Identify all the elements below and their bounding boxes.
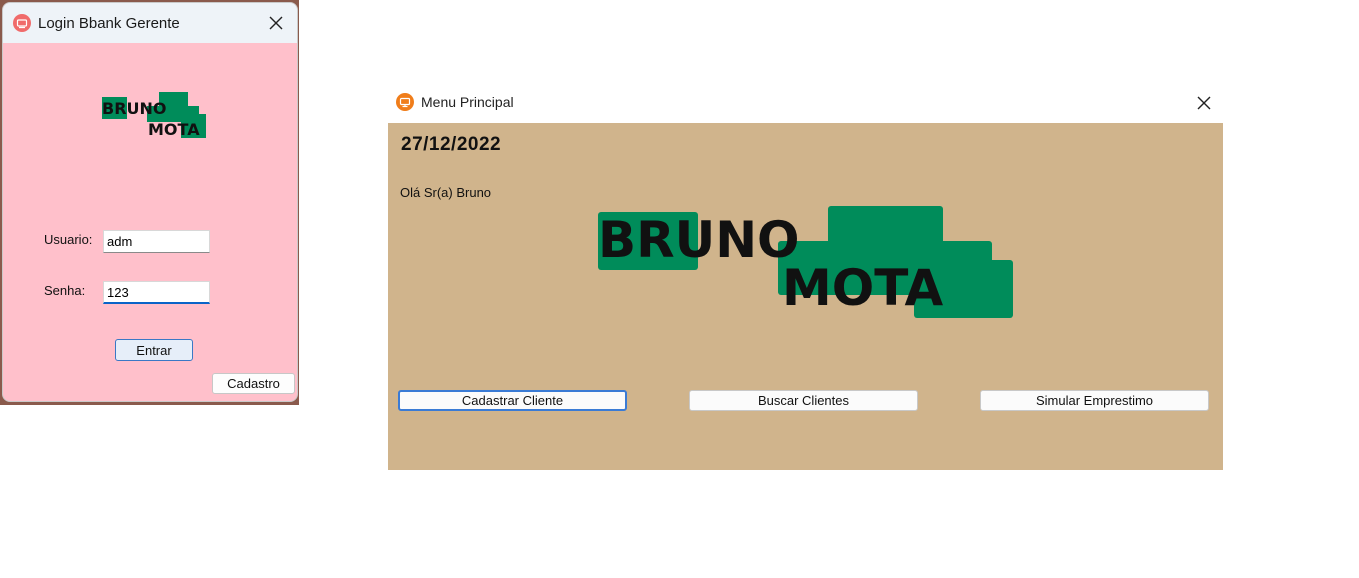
cadastrar-cliente-button[interactable]: Cadastrar Cliente bbox=[398, 390, 627, 411]
usuario-label: Usuario: bbox=[44, 232, 93, 247]
menu-window-title: Menu Principal bbox=[421, 94, 514, 110]
logo-line-2: MOTA bbox=[782, 259, 943, 317]
senha-label: Senha: bbox=[44, 283, 86, 298]
app-icon bbox=[396, 93, 414, 111]
greeting-label: Olá Sr(a) Bruno bbox=[400, 185, 492, 200]
app-icon bbox=[13, 14, 31, 32]
bruno-mota-logo: BRUNO MOTA bbox=[102, 92, 206, 139]
entrar-button[interactable]: Entrar bbox=[115, 339, 193, 361]
logo-line-2: MOTA bbox=[148, 120, 200, 139]
logo-line-1: BRUNO bbox=[598, 211, 800, 269]
login-window: Login Bbank Gerente BRUNO MOTA Usuario: … bbox=[2, 2, 298, 402]
bruno-mota-logo-large: BRUNO MOTA bbox=[598, 206, 1013, 318]
senha-input[interactable] bbox=[103, 281, 210, 304]
buscar-clientes-button[interactable]: Buscar Clientes bbox=[689, 390, 918, 411]
close-icon[interactable] bbox=[267, 14, 285, 32]
usuario-input[interactable] bbox=[103, 230, 210, 253]
login-window-title: Login Bbank Gerente bbox=[38, 14, 180, 32]
date-label: 27/12/2022 bbox=[401, 134, 502, 155]
cadastro-button[interactable]: Cadastro bbox=[212, 373, 295, 394]
close-icon[interactable] bbox=[1196, 95, 1212, 111]
login-title-bar[interactable]: Login Bbank Gerente bbox=[3, 3, 297, 43]
logo-line-1: BRUNO bbox=[102, 99, 167, 118]
simular-emprestimo-button[interactable]: Simular Emprestimo bbox=[980, 390, 1209, 411]
